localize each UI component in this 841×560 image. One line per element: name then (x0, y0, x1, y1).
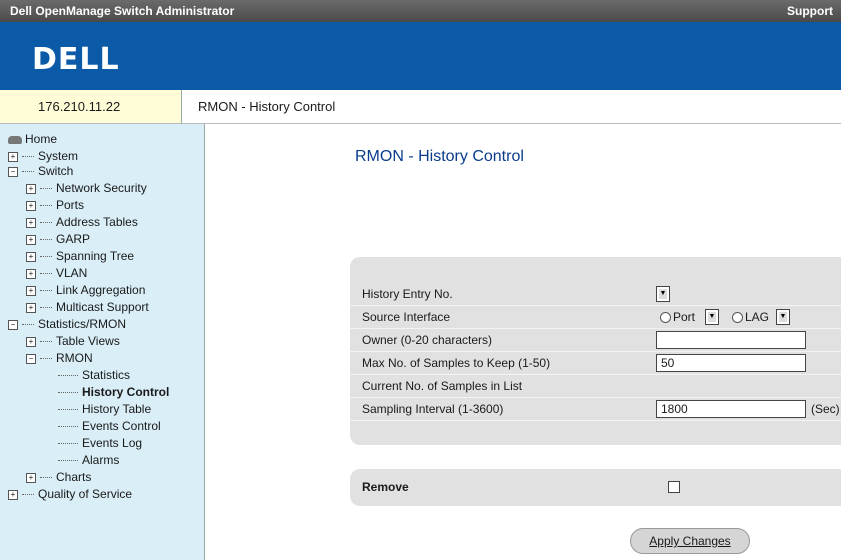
tree-item-vlan[interactable]: + VLAN (26, 266, 87, 280)
main-content: RMON - History Control History Entry No.… (205, 124, 841, 560)
breadcrumb-bar: RMON - History Control (182, 90, 841, 124)
tree-item-table-views[interactable]: + Table Views (26, 334, 120, 348)
lag-select[interactable]: ▼ (776, 309, 790, 325)
expand-icon[interactable]: + (26, 183, 36, 194)
collapse-icon[interactable]: − (8, 166, 18, 177)
expand-icon[interactable]: + (8, 151, 18, 162)
support-link[interactable]: Support (787, 4, 833, 18)
expand-icon[interactable]: + (26, 268, 36, 279)
collapse-icon[interactable]: − (8, 319, 18, 330)
sampling-unit: (Sec) (811, 402, 840, 416)
tree-item-history-control[interactable]: History Control (58, 385, 169, 399)
current-samples-row: Current No. of Samples in List (350, 375, 841, 398)
tree-item-home[interactable]: Home (8, 132, 57, 146)
history-entry-row: History Entry No. ▼ (350, 283, 841, 306)
home-icon (8, 135, 22, 144)
source-interface-row: Source Interface Port ▼ LAG ▼ (350, 306, 841, 329)
history-entry-select[interactable]: ▼ (656, 286, 670, 302)
history-control-form: History Entry No. ▼ Source Interface Por… (350, 257, 841, 445)
chevron-down-icon: ▼ (659, 289, 667, 299)
owner-row: Owner (0-20 characters) (350, 329, 841, 352)
remove-checkbox[interactable] (668, 481, 680, 493)
tree-item-statistics[interactable]: Statistics (58, 368, 130, 382)
max-samples-input[interactable]: 50 (656, 354, 806, 372)
tree-item-system[interactable]: + System (8, 149, 78, 163)
expand-icon[interactable]: + (26, 472, 36, 483)
tree-item-charts[interactable]: + Charts (26, 470, 91, 484)
tree-item-rmon[interactable]: − RMON (26, 351, 93, 365)
tree-item-address-tables[interactable]: + Address Tables (26, 215, 138, 229)
logo-bar: DELL (0, 22, 841, 90)
expand-icon[interactable]: + (26, 234, 36, 245)
device-ip-box: 176.210.11.22 (0, 90, 182, 124)
remove-panel: Remove (350, 469, 841, 506)
page-title: RMON - History Control (355, 148, 524, 165)
chevron-down-icon: ▼ (779, 312, 787, 322)
tree-item-garp[interactable]: + GARP (26, 232, 90, 246)
port-select[interactable]: ▼ (705, 309, 719, 325)
expand-icon[interactable]: + (26, 302, 36, 313)
remove-label: Remove (362, 480, 409, 494)
dell-logo: DELL (32, 42, 120, 77)
expand-icon[interactable]: + (8, 489, 18, 500)
chevron-down-icon: ▼ (708, 312, 716, 322)
owner-input[interactable] (656, 331, 806, 349)
tree-item-network-security[interactable]: + Network Security (26, 181, 147, 195)
sampling-interval-input[interactable]: 1800 (656, 400, 806, 418)
tree-item-ports[interactable]: + Ports (26, 198, 84, 212)
expand-icon[interactable]: + (26, 251, 36, 262)
expand-icon[interactable]: + (26, 336, 36, 347)
tree-item-events-log[interactable]: Events Log (58, 436, 142, 450)
tree-item-spanning-tree[interactable]: + Spanning Tree (26, 249, 134, 263)
expand-icon[interactable]: + (26, 200, 36, 211)
sampling-interval-row: Sampling Interval (1-3600) 1800 (Sec) (350, 398, 841, 421)
port-radio[interactable]: Port (660, 310, 695, 324)
expand-icon[interactable]: + (26, 285, 36, 296)
tree-item-multicast-support[interactable]: + Multicast Support (26, 300, 149, 314)
navigation-tree: Home + System − Switch + Network Security +… (0, 124, 205, 560)
collapse-icon[interactable]: − (26, 353, 36, 364)
breadcrumb: RMON - History Control (198, 99, 336, 114)
lag-radio[interactable]: LAG (732, 310, 769, 324)
tree-item-quality-of-service[interactable]: + Quality of Service (8, 487, 132, 501)
tree-item-statistics-rmon[interactable]: − Statistics/RMON (8, 317, 126, 331)
device-ip: 176.210.11.22 (38, 99, 121, 114)
tree-item-alarms[interactable]: Alarms (58, 453, 119, 467)
tree-item-history-table[interactable]: History Table (58, 402, 151, 416)
app-title: Dell OpenManage Switch Administrator (10, 4, 235, 18)
title-bar: Dell OpenManage Switch Administrator Sup… (0, 0, 841, 22)
apply-changes-button[interactable]: Apply Changes (630, 528, 750, 554)
tree-item-link-aggregation[interactable]: + Link Aggregation (26, 283, 145, 297)
expand-icon[interactable]: + (26, 217, 36, 228)
max-samples-row: Max No. of Samples to Keep (1-50) 50 (350, 352, 841, 375)
tree-item-switch[interactable]: − Switch (8, 164, 73, 178)
tree-item-events-control[interactable]: Events Control (58, 419, 161, 433)
